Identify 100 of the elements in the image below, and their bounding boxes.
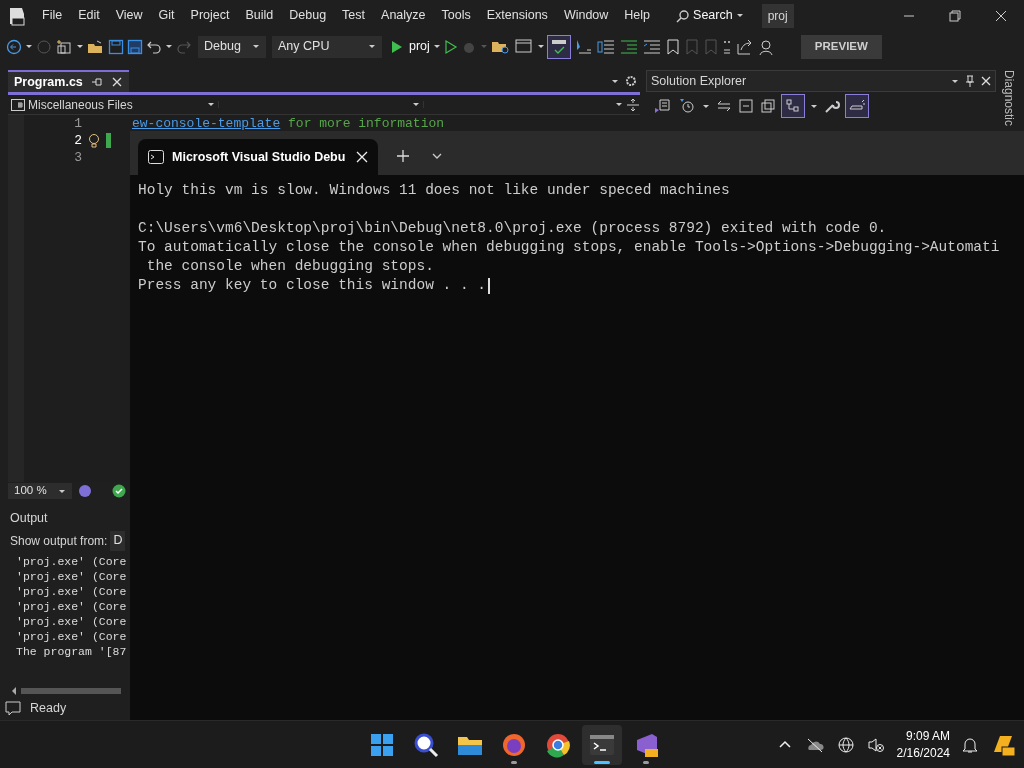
caret-icon [252,43,260,50]
menu-item[interactable]: Extensions [478,6,556,25]
output-line: 'proj.exe' (Core [15,598,128,614]
search-icon [412,731,440,759]
window-icon[interactable] [513,37,534,56]
caret-icon [615,101,623,108]
console-line: the console when debugging stops. [145,257,434,276]
code-comment: for more information [287,114,445,133]
caret-icon[interactable] [951,77,959,85]
panel-title: Solution Explorer [651,72,747,90]
caret-icon[interactable] [702,102,710,110]
caret-icon [368,43,376,50]
menu-item[interactable]: Test [334,6,374,25]
spell-check-icon[interactable] [547,35,570,58]
indent-icon[interactable] [618,37,639,56]
configuration-dropdown[interactable]: Debug [198,35,266,58]
caret-icon[interactable] [25,43,33,50]
preview-button[interactable]: PREVIEW [800,34,882,59]
lightbulb-icon[interactable] [88,133,100,148]
caret-icon[interactable] [432,43,441,50]
close-icon[interactable] [356,151,368,163]
save-icon[interactable] [108,38,124,55]
collapse-icon[interactable] [738,98,754,114]
play-icon [391,39,403,54]
menu-item[interactable]: Debug [281,6,335,25]
copy-icon[interactable] [760,98,776,114]
new-item-icon[interactable] [55,38,73,55]
list-icon[interactable] [595,37,616,56]
notification-icon[interactable] [4,699,22,717]
scroll-left-icon[interactable] [10,686,18,696]
split-icon[interactable] [626,97,640,112]
search-button[interactable]: Search [670,3,750,28]
menu-item[interactable]: View [107,6,151,25]
output-source-dropdown[interactable]: D [110,530,126,551]
pin-icon[interactable] [965,75,975,87]
caret-icon[interactable] [611,77,619,85]
history-icon[interactable] [678,98,696,114]
close-icon[interactable] [110,76,123,88]
clock[interactable]: 9:09 AM 2/16/2024 [896,728,950,762]
menu-item[interactable]: Git [150,6,183,25]
play-outline-icon[interactable] [443,38,458,55]
console-line: Holy this vm is slow. Windows 11 does not like under speced machines [138,181,730,200]
browser-icon [544,731,572,759]
close-icon[interactable] [981,76,991,86]
vs-doc-icon[interactable] [654,98,672,114]
output-line: The program '[87 [15,643,128,659]
open-folder-icon[interactable] [87,38,105,55]
project-dropdown[interactable]: Miscellaneous Files [8,95,218,114]
output-line: 'proj.exe' (Core [15,583,128,599]
line-number: 1 [73,114,82,133]
run-button[interactable]: proj [391,37,430,56]
menu-item[interactable]: Analyze [373,6,434,25]
check-icon[interactable] [112,484,126,498]
speaker-muted-icon[interactable] [866,736,885,754]
caret-icon [412,101,420,108]
scrollbar-thumb[interactable] [21,688,121,694]
save-all-icon[interactable] [127,38,143,55]
browser-icon [500,731,528,759]
code-link[interactable]: ew-console-template [132,113,281,134]
line-number: 2 [73,131,82,150]
output-line: 'proj.exe' (Core [15,553,128,569]
caret-icon [207,101,215,108]
menu-item[interactable]: Help [616,6,659,25]
settings-icon[interactable] [625,75,637,87]
taskbar-app[interactable] [582,725,622,765]
pin-icon[interactable] [90,76,103,88]
document-tab[interactable]: Program.cs [8,70,129,92]
menu-item[interactable]: File [34,6,71,25]
solution-name: proj [761,3,794,28]
outdent-icon[interactable] [641,37,662,56]
caret-icon[interactable] [76,43,84,50]
caret-icon[interactable] [165,43,173,50]
menu-item[interactable]: Tools [433,6,479,25]
bell-icon[interactable] [962,736,978,754]
zoom-dropdown[interactable]: 100 % [8,483,72,499]
console-line: Press any key to close this window . . . [138,276,487,295]
side-tab[interactable]: Diagnostic [1000,70,1018,127]
menu-item[interactable]: Project [182,6,238,25]
swap-icon[interactable] [716,98,732,114]
line-number: 3 [73,148,82,167]
menu-item[interactable]: Build [237,6,282,25]
tab-label: Program.cs [14,73,83,91]
console-line: To automatically close the console when debugging stops, enable Tools->Options->Debugging->Automati [138,238,1000,257]
terminal-tab[interactable]: Microsoft Visual Studio Debu [138,139,378,175]
status-text: Ready [30,699,67,717]
back-icon[interactable] [6,38,22,55]
globe-icon[interactable] [836,736,855,754]
console-icon [148,150,164,164]
csharp-file-icon [11,98,25,111]
platform-dropdown[interactable]: Any CPU [272,35,382,58]
output-line: 'proj.exe' (Core [15,568,128,584]
caret-icon[interactable] [810,102,818,110]
output-line: 'proj.exe' (Core [15,628,128,644]
caret-icon [58,487,66,495]
caret-icon[interactable] [536,43,545,50]
menu-item[interactable]: Window [555,6,617,25]
menu-item[interactable]: Edit [70,6,108,25]
bookmark-icon[interactable] [664,37,681,56]
hierarchy-icon[interactable] [782,95,804,117]
start-icon [368,731,396,759]
